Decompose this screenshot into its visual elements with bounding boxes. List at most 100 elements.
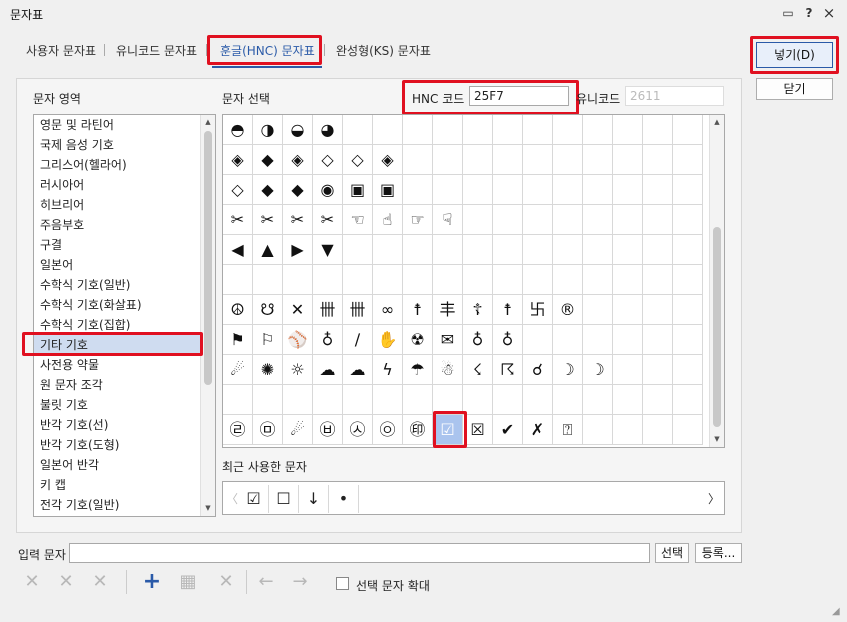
character-cell[interactable]: 卌 — [313, 295, 343, 325]
character-cell[interactable] — [463, 175, 493, 205]
character-cell[interactable]: ∕ — [343, 325, 373, 355]
character-cell[interactable]: ◕ — [313, 115, 343, 145]
area-list-item[interactable]: 국제 음성 기호 — [40, 135, 114, 155]
select-button[interactable]: 선택 — [655, 543, 689, 563]
insert-user-icon[interactable]: ✕ — [18, 568, 46, 596]
resize-grip-icon[interactable]: ◢ — [832, 606, 844, 618]
character-cell[interactable]: ☄ — [223, 355, 253, 385]
character-cell[interactable]: ✂ — [283, 205, 313, 235]
character-cell[interactable] — [673, 265, 703, 295]
character-cell[interactable]: ♁ — [463, 325, 493, 355]
recent-character-cell[interactable]: • — [329, 485, 359, 513]
character-cell[interactable] — [493, 175, 523, 205]
character-cell[interactable] — [253, 265, 283, 295]
character-cell[interactable]: ☨ — [493, 295, 523, 325]
character-cell[interactable]: ♁ — [313, 325, 343, 355]
area-list-item[interactable]: 반각 기호(선) — [40, 415, 108, 435]
character-cell[interactable] — [613, 265, 643, 295]
character-cell[interactable] — [403, 235, 433, 265]
character-cell[interactable] — [553, 385, 583, 415]
help-button[interactable]: ? — [801, 5, 817, 21]
character-cell[interactable] — [643, 355, 673, 385]
menu-icon[interactable]: ▭ — [780, 5, 796, 21]
character-cell[interactable] — [643, 145, 673, 175]
recent-right-arrow[interactable]: 〉 — [708, 490, 720, 507]
character-cell[interactable]: ▣ — [373, 175, 403, 205]
add-icon[interactable]: + — [138, 568, 166, 596]
character-cell[interactable]: ☁ — [343, 355, 373, 385]
character-cell[interactable] — [523, 115, 553, 145]
character-cell[interactable] — [523, 205, 553, 235]
character-cell[interactable]: ☟ — [433, 205, 463, 235]
character-cell[interactable] — [643, 415, 673, 445]
character-cell[interactable]: ▶ — [283, 235, 313, 265]
recent-character-cell[interactable]: ☑ — [239, 485, 269, 513]
character-cell[interactable]: ✗ — [523, 415, 553, 445]
character-cell[interactable] — [283, 265, 313, 295]
character-cell[interactable]: ✂ — [223, 205, 253, 235]
character-cell[interactable] — [313, 385, 343, 415]
character-cell[interactable] — [673, 145, 703, 175]
character-cell[interactable]: ◈ — [223, 145, 253, 175]
character-cell[interactable] — [433, 175, 463, 205]
character-cell[interactable]: ☽ — [553, 355, 583, 385]
character-cell[interactable]: 卌 — [343, 295, 373, 325]
character-cell[interactable]: ㉤ — [253, 415, 283, 445]
character-cell[interactable]: ☂ — [403, 355, 433, 385]
character-cell[interactable]: ☈ — [493, 355, 523, 385]
grid-add-icon[interactable]: ▦ — [174, 568, 202, 596]
character-cell[interactable]: ☒ — [463, 415, 493, 445]
character-cell[interactable] — [613, 325, 643, 355]
tab-ks[interactable]: 완성형(KS) 문자표 — [336, 42, 431, 59]
character-cell[interactable] — [463, 205, 493, 235]
character-cell[interactable] — [493, 385, 523, 415]
character-cell[interactable] — [673, 115, 703, 145]
input-field[interactable] — [69, 543, 650, 563]
area-list-item[interactable]: 일본어 반각 — [40, 455, 99, 475]
character-cell[interactable] — [403, 115, 433, 145]
character-cell[interactable] — [643, 295, 673, 325]
character-cell[interactable] — [553, 325, 583, 355]
move-left-icon[interactable]: ← — [252, 568, 280, 596]
character-cell[interactable] — [433, 145, 463, 175]
list-scrollbar[interactable]: ▲ ▼ — [200, 115, 215, 516]
character-grid[interactable]: ◓ ◑ ◒ ◕ ◈ ◆ ◈ ◇ ◇ ◈ ◇ ◆ ◆ ◉ ▣ ▣ ✂ ✂ ✂ ✂ ☜ ☝ ☞ ☟ ◀ ▲ ▶ ▼ ☮ ☋ ✕ 卌卌 ∞ ☨ 丰 ☦ ☨ 卐 ®… — [222, 114, 725, 448]
character-cell[interactable] — [553, 205, 583, 235]
character-cell[interactable] — [433, 235, 463, 265]
character-cell[interactable] — [643, 205, 673, 235]
character-cell[interactable] — [673, 385, 703, 415]
area-list-item[interactable]: 키 캡 — [40, 475, 66, 495]
character-cell[interactable] — [583, 115, 613, 145]
close-button[interactable]: 닫기 — [756, 78, 833, 100]
character-cell[interactable]: ☋ — [253, 295, 283, 325]
character-cell[interactable] — [343, 265, 373, 295]
character-cell[interactable]: ◆ — [253, 175, 283, 205]
scroll-down-arrow[interactable]: ▼ — [710, 432, 724, 447]
character-cell[interactable]: ☼ — [283, 355, 313, 385]
character-cell[interactable] — [583, 415, 613, 445]
area-list-item[interactable]: 전각 기호(일반) — [40, 495, 119, 515]
character-cell[interactable]: ⚑ — [223, 325, 253, 355]
close-window-button[interactable]: × — [821, 5, 837, 21]
character-cell[interactable] — [583, 175, 613, 205]
character-cell[interactable]: ✉ — [433, 325, 463, 355]
character-cell[interactable]: ☄ — [283, 415, 313, 445]
character-cell[interactable] — [583, 235, 613, 265]
character-cell[interactable]: ☮ — [223, 295, 253, 325]
character-cell[interactable]: ◇ — [223, 175, 253, 205]
character-cell[interactable] — [583, 325, 613, 355]
area-list-item[interactable]: 수학식 기호(화살표) — [40, 295, 142, 315]
character-cell[interactable]: ◇ — [313, 145, 343, 175]
register-button[interactable]: 등록... — [695, 543, 742, 563]
character-cell[interactable]: ✕ — [283, 295, 313, 325]
area-list-item[interactable]: 불릿 기호 — [40, 395, 88, 415]
character-cell[interactable] — [553, 145, 583, 175]
character-cell[interactable]: ☦ — [463, 295, 493, 325]
character-cell[interactable] — [463, 265, 493, 295]
character-cell[interactable] — [673, 235, 703, 265]
character-cell[interactable]: 卐 — [523, 295, 553, 325]
area-list-item[interactable]: 반각 기호(도형) — [40, 435, 119, 455]
character-cell[interactable] — [253, 385, 283, 415]
character-cell[interactable] — [463, 145, 493, 175]
area-list-item[interactable]: 그리스어(헬라어) — [40, 155, 127, 175]
